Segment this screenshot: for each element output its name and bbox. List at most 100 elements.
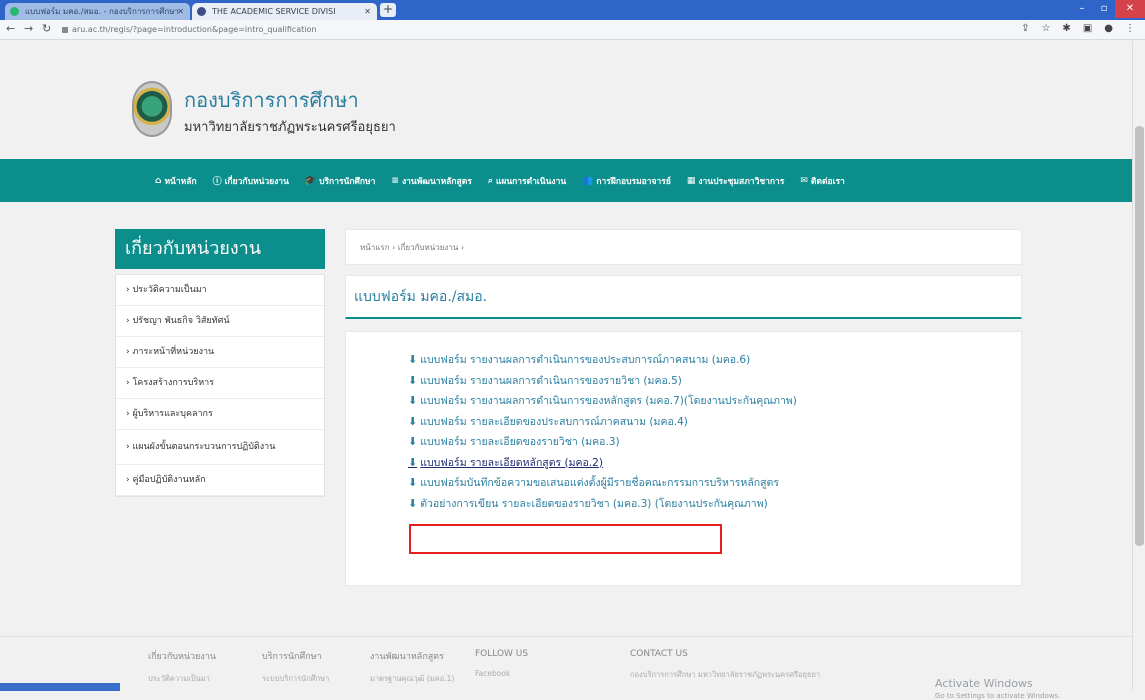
download-link-label: แบบฟอร์ม รายละเอียดของประสบการณ์ภาคสนาม … — [420, 415, 688, 428]
nav-item-1[interactable]: ⓘ เกี่ยวกับหน่วยงาน — [213, 174, 289, 188]
download-icon: ⬇ — [408, 394, 418, 407]
nav-item-4[interactable]: ⌕ แผนการดำเนินงาน — [488, 174, 566, 188]
back-icon[interactable]: ← — [6, 22, 15, 35]
close-tab-icon[interactable]: ✕ — [177, 3, 184, 20]
nav-item-5[interactable]: 👥 การฝึกอบรมอาจารย์ — [582, 174, 671, 188]
forward-icon[interactable]: → — [24, 22, 33, 35]
favicon-icon — [197, 7, 206, 16]
site-footer: เกี่ยวกับหน่วยงาน ประวัติความเป็นมา บริก… — [0, 636, 1132, 700]
address-bar: ← → ↻ aru.ac.th/regis/?page=introduction… — [0, 20, 1145, 40]
footer-heading: CONTACT US — [630, 649, 688, 659]
new-tab-button[interactable]: + — [380, 3, 396, 17]
maximize-button[interactable]: ▫ — [1093, 0, 1115, 18]
reload-icon[interactable]: ↻ — [42, 22, 51, 35]
download-link-label: แบบฟอร์ม รายละเอียดหลักสูตร (มคอ.2) — [420, 456, 603, 469]
graduation-cap-icon: 🎓 — [304, 175, 317, 186]
close-tab-icon[interactable]: ✕ — [364, 3, 371, 20]
footer-col-about: เกี่ยวกับหน่วยงาน ประวัติความเป็นมา — [148, 649, 216, 685]
footer-link[interactable]: Facebook — [475, 669, 528, 678]
nav-item-label: การฝึกอบรมอาจารย์ — [596, 176, 671, 187]
site-header: กองบริการการศึกษา มหาวิทยาลัยราชภัฏพระนค… — [0, 41, 1132, 159]
download-icon: ⬇ — [408, 476, 418, 489]
nav-item-label: แผนการดำเนินงาน — [495, 176, 567, 187]
search-icon: ⌕ — [487, 175, 493, 186]
footer-heading: FOLLOW US — [475, 649, 529, 659]
sidebar-heading: เกี่ยวกับหน่วยงาน — [115, 229, 325, 269]
toolbar-icons: ⇪ ☆ ✱ ▣ ● ⋮ — [1021, 23, 1135, 34]
tab-label: THE ACADEMIC SERVICE DIVISI — [212, 7, 336, 16]
download-link[interactable]: ⬇ แบบฟอร์มบันทึกข้อความขอเสนอแต่งตั้งผู้ม… — [408, 473, 1021, 494]
sidebar-item[interactable]: › โครงสร้างการบริหาร — [116, 368, 324, 399]
download-icon: ⬇ — [408, 435, 418, 448]
download-link[interactable]: ⬇ แบบฟอร์ม รายงานผลการดำเนินการของประสบกา… — [408, 350, 1021, 371]
activate-windows-subtitle: Go to Settings to activate Windows. — [935, 692, 1061, 700]
download-link-label: แบบฟอร์ม รายงานผลการดำเนินการของรายวิชา … — [420, 374, 682, 387]
nav-item-6[interactable]: ▦ งานประชุมสภาวิชาการ — [687, 174, 785, 188]
list-icon: ≡ — [391, 175, 399, 186]
download-link[interactable]: ⬇ แบบฟอร์ม รายละเอียดของประสบการณ์ภาคสนาม… — [408, 412, 1021, 433]
download-link[interactable]: ⬇ แบบฟอร์ม รายงานผลการดำเนินการของรายวิชา… — [408, 371, 1021, 392]
breadcrumb[interactable]: หน้าแรก › เกี่ยวกับหน่วยงาน › — [345, 229, 1022, 265]
status-bar — [0, 683, 120, 691]
profile-icon[interactable]: ● — [1104, 23, 1113, 34]
nav-item-3[interactable]: ≡ งานพัฒนาหลักสูตร — [391, 174, 471, 188]
nav-item-2[interactable]: 🎓 บริการนักศึกษา — [305, 174, 376, 188]
extensions-icon[interactable]: ✱ — [1062, 23, 1070, 34]
download-link-label: แบบฟอร์ม รายงานผลการดำเนินการของหลักสูตร… — [420, 395, 797, 407]
download-icon: ⬇ — [408, 496, 418, 510]
sidebar-item[interactable]: › ปรัชญา พันธกิจ วิสัยทัศน์ — [116, 306, 324, 337]
home-icon: ⌂ — [155, 175, 162, 186]
download-icon: ⬇ — [408, 353, 418, 366]
nav-item-label: ติดต่อเรา — [810, 176, 845, 187]
main-navigation: ⌂ หน้าหลัก ⓘ เกี่ยวกับหน่วยงาน 🎓 บริการนักศึก… — [0, 159, 1132, 202]
download-icon: ⬇ — [408, 373, 418, 387]
browser-tab-2[interactable]: THE ACADEMIC SERVICE DIVISI ✕ — [192, 3, 377, 20]
download-icon: ⬇ — [408, 414, 418, 428]
browser-tab-1[interactable]: แบบฟอร์ม มคอ./สมอ. - กองบริการการศึกษา ✕ — [5, 3, 190, 20]
calendar-icon: ▦ — [686, 175, 696, 186]
sidebar-item[interactable]: › ภาระหน้าที่หน่วยงาน — [116, 337, 324, 368]
scrollbar[interactable] — [1132, 41, 1145, 691]
university-logo[interactable] — [132, 81, 172, 137]
nav-item-label: บริการนักศึกษา — [319, 176, 376, 187]
sidebar: เกี่ยวกับหน่วยงาน › ประวัติความเป็นมา › ป… — [115, 229, 325, 497]
url-input[interactable]: aru.ac.th/regis/?page=introduction&page=… — [62, 23, 942, 37]
site-title[interactable]: กองบริการการศึกษา — [184, 84, 359, 116]
sidebar-list: › ประวัติความเป็นมา › ปรัชญา พันธกิจ วิสั… — [115, 274, 325, 497]
sidebar-item[interactable]: › ผู้บริหารและบุคลากร — [116, 399, 324, 430]
favicon-icon — [10, 7, 19, 16]
sidepanel-icon[interactable]: ▣ — [1083, 23, 1092, 34]
footer-col-contact: CONTACT US กองบริการการศึกษา มหาวิทยาลัย… — [630, 649, 820, 681]
sidebar-item[interactable]: › คู่มือปฏิบัติงานหลัก — [116, 465, 324, 496]
contact-icon: ✉ — [800, 175, 808, 186]
footer-link[interactable]: ประวัติความเป็นมา — [148, 673, 216, 685]
download-icon: ⬇ — [408, 455, 418, 469]
download-link[interactable]: ⬇ ตัวอย่างการเขียน รายละเอียดของรายวิชา (… — [408, 494, 1021, 515]
download-link-label: แบบฟอร์ม รายงานผลการดำเนินการของประสบการ… — [420, 354, 751, 366]
minimize-button[interactable]: – — [1071, 0, 1093, 18]
scrollbar-thumb[interactable] — [1135, 126, 1144, 546]
web-page: กองบริการการศึกษา มหาวิทยาลัยราชภัฏพระนค… — [0, 41, 1132, 700]
info-icon: ⓘ — [212, 177, 222, 187]
sidebar-item[interactable]: › แผนผังขั้นตอนกระบวนการปฏิบัติงาน — [116, 430, 324, 465]
download-link[interactable]: ⬇ แบบฟอร์ม รายงานผลการดำเนินการของหลักสูต… — [408, 391, 1021, 412]
nav-item-7[interactable]: ✉ ติดต่อเรา — [800, 174, 844, 188]
nav-item-label: เกี่ยวกับหน่วยงาน — [224, 176, 289, 187]
menu-kebab-icon[interactable]: ⋮ — [1125, 23, 1135, 34]
footer-link[interactable]: ระบบบริการนักศึกษา — [262, 673, 329, 685]
bookmark-star-icon[interactable]: ☆ — [1041, 23, 1050, 34]
browser-tab-strip: แบบฟอร์ม มคอ./สมอ. - กองบริการการศึกษา ✕… — [0, 0, 1145, 20]
footer-col-services: บริการนักศึกษา ระบบบริการนักศึกษา — [262, 649, 329, 685]
nav-item-0[interactable]: ⌂ หน้าหลัก — [155, 174, 197, 188]
close-window-button[interactable]: ✕ — [1115, 0, 1145, 18]
footer-link[interactable]: มาตรฐานคุณวุฒิ (มคอ.1) — [370, 673, 454, 685]
download-link-label: แบบฟอร์ม รายละเอียดของรายวิชา (มคอ.3) — [420, 436, 620, 448]
share-icon[interactable]: ⇪ — [1021, 23, 1029, 34]
window-controls: – ▫ ✕ — [1071, 0, 1145, 20]
footer-text: กองบริการการศึกษา มหาวิทยาลัยราชภัฏพระนค… — [630, 670, 821, 679]
download-link[interactable]: ⬇ แบบฟอร์ม รายละเอียดหลักสูตร (มคอ.2) — [408, 453, 1021, 474]
download-link-label: แบบฟอร์มบันทึกข้อความขอเสนอแต่งตั้งผู้มี… — [420, 477, 779, 489]
sidebar-item[interactable]: › ประวัติความเป็นมา — [116, 275, 324, 306]
footer-col-curriculum: งานพัฒนาหลักสูตร มาตรฐานคุณวุฒิ (มคอ.1) — [370, 649, 454, 685]
download-link[interactable]: ⬇ แบบฟอร์ม รายละเอียดของรายวิชา (มคอ.3) — [408, 432, 1021, 453]
